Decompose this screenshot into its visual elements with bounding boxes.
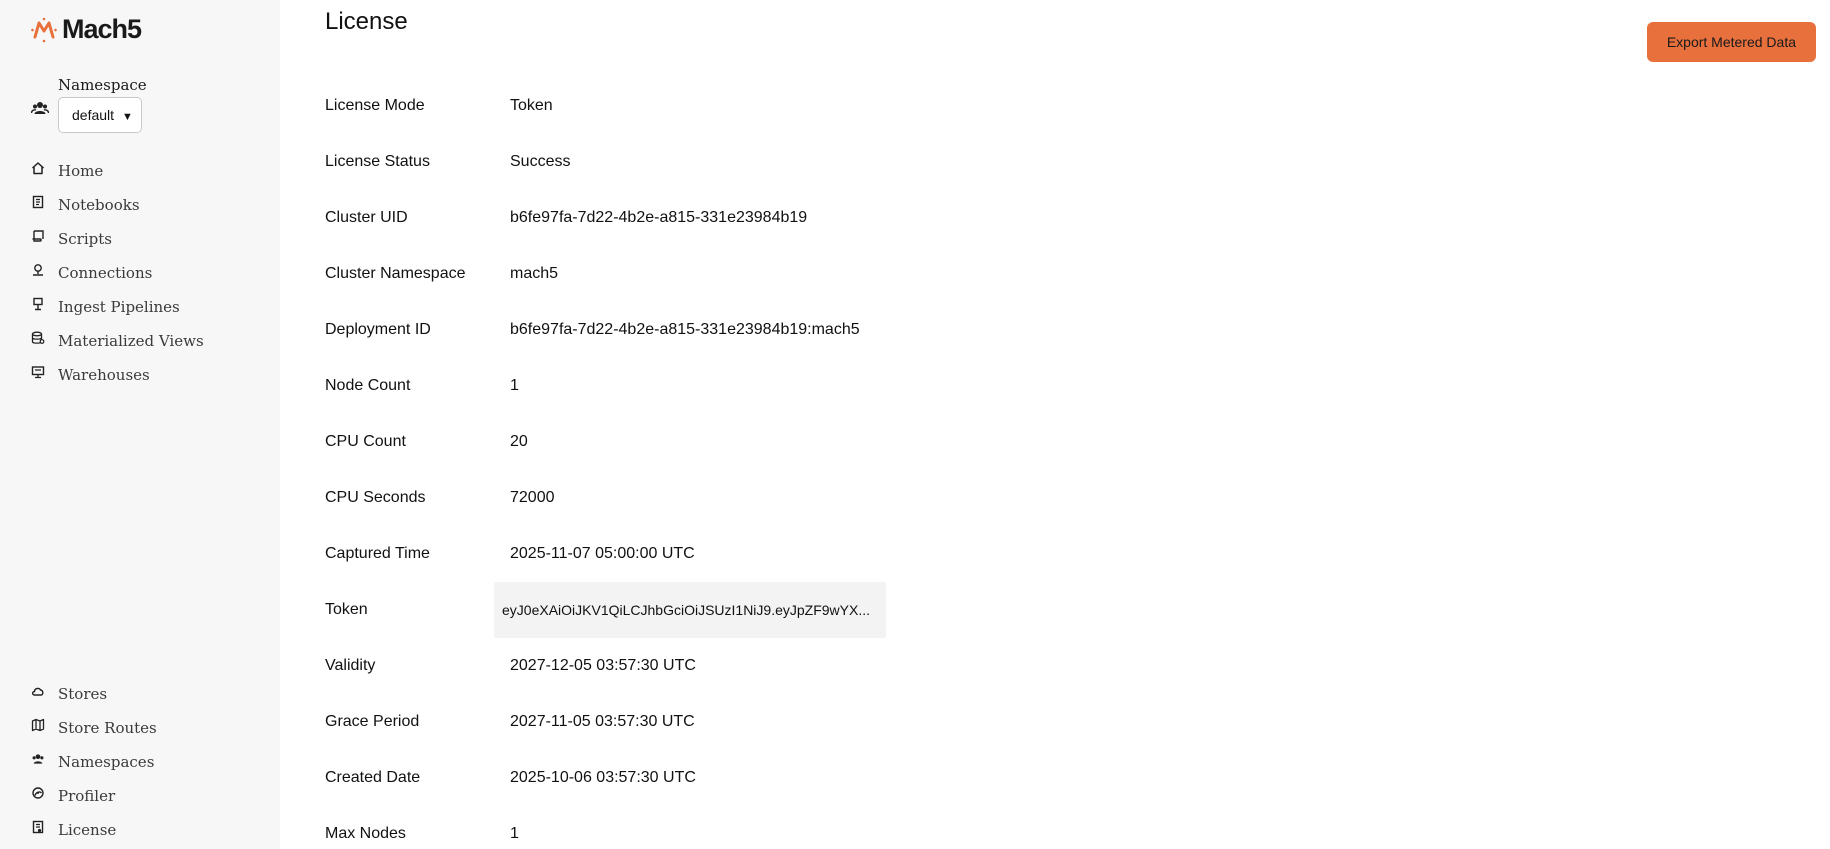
detail-row-cpu-seconds: CPU Seconds 72000: [325, 470, 886, 526]
mach5-logo-icon: [31, 17, 57, 42]
detail-row-captured-time: Captured Time 2025-11-07 05:00:00 UTC: [325, 526, 886, 582]
detail-value: 1: [510, 825, 519, 842]
detail-value: 2027-12-05 03:57:30 UTC: [510, 657, 696, 674]
sidebar-item-label: Materialized Views: [58, 332, 204, 350]
detail-value: 1: [510, 377, 519, 394]
detail-key: CPU Count: [325, 433, 406, 450]
sidebar-item-label: Notebooks: [58, 196, 140, 214]
sidebar-item-home[interactable]: Home: [30, 154, 204, 188]
sidebar-item-label: Connections: [58, 264, 153, 282]
map-icon: [30, 717, 46, 733]
export-metered-data-button[interactable]: Export Metered Data: [1646, 22, 1816, 62]
detail-value: Success: [510, 153, 571, 170]
namespace-select-value: default: [72, 107, 115, 123]
detail-value: 20: [510, 433, 528, 450]
detail-value: 2027-11-05 03:57:30 UTC: [510, 713, 695, 730]
license-details: License Mode Token License Status Succes…: [325, 78, 886, 849]
sidebar-item-license[interactable]: License: [30, 813, 157, 847]
detail-value: 72000: [510, 489, 555, 506]
token-value: eyJ0eXAiOiJKV1QiLCJhbGciOiJSUzI1NiJ9.eyJ…: [502, 602, 871, 618]
detail-key: Created Date: [325, 769, 421, 786]
sidebar-item-connections[interactable]: Connections: [30, 256, 204, 290]
sidebar-item-label: Home: [58, 162, 104, 180]
users-icon: [30, 751, 46, 767]
sidebar-item-profiler[interactable]: Profiler: [30, 779, 157, 813]
detail-row-cluster-uid: Cluster UID b6fe97fa-7d22-4b2e-a815-331e…: [325, 190, 886, 246]
connection-icon: [30, 262, 46, 278]
detail-value: 2025-11-07 05:00:00 UTC: [510, 545, 695, 562]
brand-name: Mach5: [62, 14, 142, 44]
detail-row-token: Token eyJ0eXAiOiJKV1QiLCJhbGciOiJSUzI1Ni…: [325, 582, 886, 638]
sidebar-nav-top: Home Notebooks Scripts Connections Inges…: [30, 154, 204, 392]
sidebar-item-materialized-views[interactable]: Materialized Views: [30, 324, 204, 358]
detail-key: CPU Seconds: [325, 489, 426, 506]
database-icon: [30, 330, 46, 346]
users-icon: [30, 98, 50, 118]
sidebar-item-store-routes[interactable]: Store Routes: [30, 711, 157, 745]
profiler-icon: [30, 785, 46, 801]
sidebar-item-label: Warehouses: [58, 366, 150, 384]
sidebar-item-scripts[interactable]: Scripts: [30, 222, 204, 256]
sidebar-nav-bottom: Stores Store Routes Namespaces Profiler: [30, 677, 157, 847]
detail-key: Cluster UID: [325, 209, 408, 226]
detail-key: Grace Period: [325, 713, 420, 730]
license-icon: [30, 819, 46, 835]
detail-key: Token: [325, 601, 368, 618]
brand-logo[interactable]: Mach5: [30, 14, 142, 45]
sidebar-item-stores[interactable]: Stores: [30, 677, 157, 711]
warehouse-icon: [30, 364, 46, 380]
detail-key: License Mode: [325, 97, 425, 114]
detail-row-license-mode: License Mode Token: [325, 78, 886, 134]
page-title: License: [325, 8, 408, 35]
detail-row-license-status: License Status Success: [325, 134, 886, 190]
script-icon: [30, 228, 46, 244]
detail-row-validity: Validity 2027-12-05 03:57:30 UTC: [325, 638, 886, 694]
sidebar-item-label: License: [58, 821, 117, 839]
detail-row-grace-period: Grace Period 2027-11-05 03:57:30 UTC: [325, 694, 886, 750]
sidebar-item-label: Scripts: [58, 230, 112, 248]
sidebar-item-notebooks[interactable]: Notebooks: [30, 188, 204, 222]
sidebar-item-label: Profiler: [58, 787, 116, 805]
detail-row-cpu-count: CPU Count 20: [325, 414, 886, 470]
detail-row-cluster-namespace: Cluster Namespace mach5: [325, 246, 886, 302]
home-icon: [30, 160, 46, 176]
sidebar-item-namespaces[interactable]: Namespaces: [30, 745, 157, 779]
sidebar-item-label: Ingest Pipelines: [58, 298, 180, 316]
detail-value: mach5: [510, 265, 559, 282]
detail-key: Node Count: [325, 377, 411, 394]
detail-key: License Status: [325, 153, 430, 170]
namespace-select[interactable]: default ▼: [58, 97, 142, 133]
detail-key: Max Nodes: [325, 825, 406, 842]
app-root: Mach5 Namespace default ▼ Home Notebooks…: [0, 0, 1830, 849]
sidebar-item-label: Namespaces: [58, 753, 155, 771]
detail-key: Validity: [325, 657, 376, 674]
namespace-selector: Namespace default ▼: [30, 76, 147, 133]
detail-row-max-nodes: Max Nodes 1: [325, 806, 886, 849]
detail-key: Captured Time: [325, 545, 430, 562]
detail-row-created-date: Created Date 2025-10-06 03:57:30 UTC: [325, 750, 886, 806]
pipeline-icon: [30, 296, 46, 312]
notebook-icon: [30, 194, 46, 210]
cloud-icon: [30, 683, 46, 699]
chevron-down-icon: ▼: [122, 111, 133, 123]
token-value-box[interactable]: eyJ0eXAiOiJKV1QiLCJhbGciOiJSUzI1NiJ9.eyJ…: [494, 582, 886, 638]
detail-value: b6fe97fa-7d22-4b2e-a815-331e23984b19: [510, 209, 808, 226]
sidebar-item-label: Stores: [58, 685, 108, 703]
detail-value: Token: [510, 97, 553, 114]
detail-row-deployment-id: Deployment ID b6fe97fa-7d22-4b2e-a815-33…: [325, 302, 886, 358]
main-content: License Export Metered Data License Mode…: [280, 0, 1830, 849]
namespace-label: Namespace: [58, 76, 147, 94]
detail-row-node-count: Node Count 1: [325, 358, 886, 414]
sidebar: Mach5 Namespace default ▼ Home Notebooks…: [0, 0, 280, 849]
sidebar-item-warehouses[interactable]: Warehouses: [30, 358, 204, 392]
sidebar-item-ingest-pipelines[interactable]: Ingest Pipelines: [30, 290, 204, 324]
detail-value: 2025-10-06 03:57:30 UTC: [510, 769, 696, 786]
detail-value: b6fe97fa-7d22-4b2e-a815-331e23984b19:mac…: [510, 321, 860, 338]
sidebar-item-label: Store Routes: [58, 719, 157, 737]
detail-key: Cluster Namespace: [325, 265, 466, 282]
detail-key: Deployment ID: [325, 321, 431, 338]
